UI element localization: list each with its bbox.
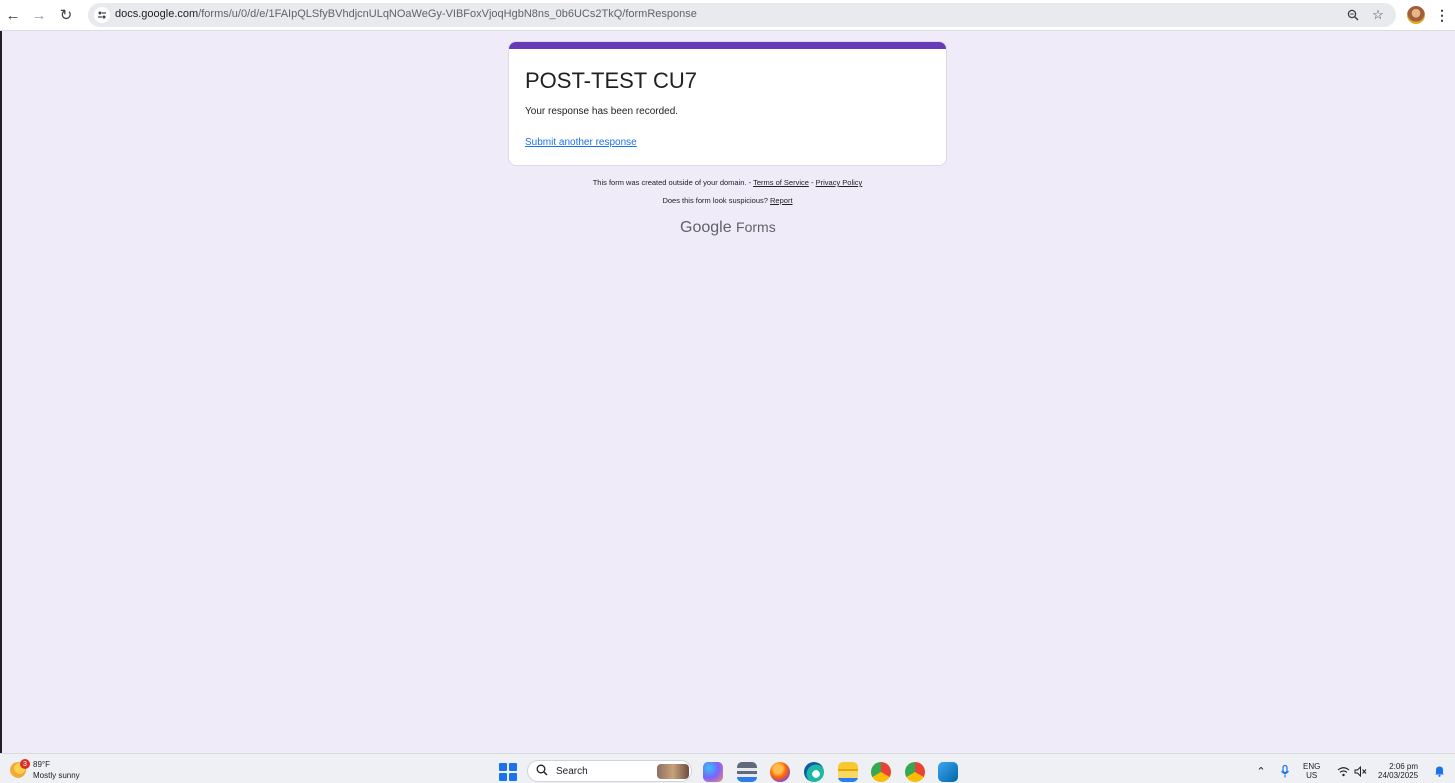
vscode-icon[interactable]	[938, 762, 958, 782]
file-explorer-icon[interactable]	[838, 762, 858, 782]
show-hidden-icons-chevron-icon[interactable]: ⌃	[1254, 764, 1268, 778]
forward-icon[interactable]: →	[29, 5, 49, 25]
clock-date: 24/03/2025	[1378, 771, 1419, 780]
terms-link[interactable]: Terms of Service	[753, 178, 809, 187]
card-accent-bar	[509, 42, 946, 49]
reload-icon[interactable]: ↻	[56, 5, 76, 25]
submit-another-link[interactable]: Submit another response	[525, 137, 637, 148]
copilot-icon[interactable]	[703, 762, 723, 782]
logo-forms-text: Forms	[736, 219, 776, 235]
window-edge	[0, 31, 2, 753]
firefox-icon[interactable]	[770, 762, 790, 782]
back-icon[interactable]: ←	[3, 5, 23, 25]
weather-desc: Mostly sunny	[33, 771, 80, 780]
logo-google-text: Google	[680, 219, 732, 236]
search-placeholder: Search	[556, 766, 588, 777]
chrome-profile-icon[interactable]	[905, 762, 925, 782]
microphone-icon[interactable]	[1278, 764, 1292, 778]
suspicious-text: Does this form look suspicious?	[662, 196, 768, 205]
privacy-link[interactable]: Privacy Policy	[816, 178, 863, 187]
weather-temp: 89°F	[33, 760, 50, 769]
chrome-icon[interactable]	[871, 762, 891, 782]
volume-muted-icon[interactable]	[1353, 764, 1367, 778]
profile-avatar[interactable]	[1407, 6, 1425, 24]
language-code: ENG	[1303, 762, 1321, 771]
taskbar-search[interactable]: Search	[527, 760, 692, 782]
domain-notice-text: This form was created outside of your do…	[592, 178, 752, 187]
footer-separator: -	[811, 178, 814, 187]
domain-notice: This form was created outside of your do…	[0, 178, 1455, 187]
language-indicator[interactable]: ENG US	[1303, 762, 1320, 780]
google-forms-logo[interactable]: Google Forms	[680, 219, 776, 237]
clock-time: 2:06 pm	[1389, 762, 1419, 771]
browser-menu-icon[interactable]: ⋮	[1434, 5, 1450, 25]
bookmark-star-icon[interactable]: ☆	[1370, 7, 1386, 23]
edge-icon[interactable]	[804, 762, 824, 782]
form-response-card: POST-TEST CU7 Your response has been rec…	[508, 41, 947, 166]
weather-widget[interactable]: 3 89°F Mostly sunny	[8, 759, 108, 781]
weather-badge: 3	[20, 759, 30, 769]
url-text[interactable]: docs.google.com/forms/u/0/d/e/1FAIpQLSfy…	[115, 8, 697, 20]
wifi-icon[interactable]	[1336, 764, 1350, 778]
windows-start-icon[interactable]	[499, 763, 517, 781]
task-manager-icon[interactable]	[737, 762, 757, 782]
confirmation-message: Your response has been recorded.	[525, 106, 679, 117]
url-path: /forms/u/0/d/e/1FAIpQLSfyBVhdjcnULqNOaWe…	[198, 8, 697, 20]
clock[interactable]: 2:06 pm 24/03/2025	[1378, 762, 1418, 780]
keyboard-layout: US	[1306, 771, 1318, 780]
suspicious-notice: Does this form look suspicious? Report	[0, 196, 1455, 205]
search-highlight-image	[657, 764, 689, 779]
zoom-icon[interactable]	[1345, 7, 1361, 23]
form-title: POST-TEST CU7	[525, 68, 697, 93]
notification-bell-icon[interactable]	[1432, 764, 1446, 778]
browser-toolbar: ← → ↻ docs.google.com/forms/u/0/d/e/1FAI…	[0, 0, 1455, 31]
address-bar[interactable]: docs.google.com/forms/u/0/d/e/1FAIpQLSfy…	[88, 3, 1396, 27]
search-icon	[536, 764, 548, 779]
site-info-icon[interactable]	[94, 7, 110, 23]
url-host: docs.google.com	[115, 8, 199, 20]
taskbar: 3 89°F Mostly sunny	[0, 753, 1455, 783]
report-link[interactable]: Report	[770, 196, 793, 205]
